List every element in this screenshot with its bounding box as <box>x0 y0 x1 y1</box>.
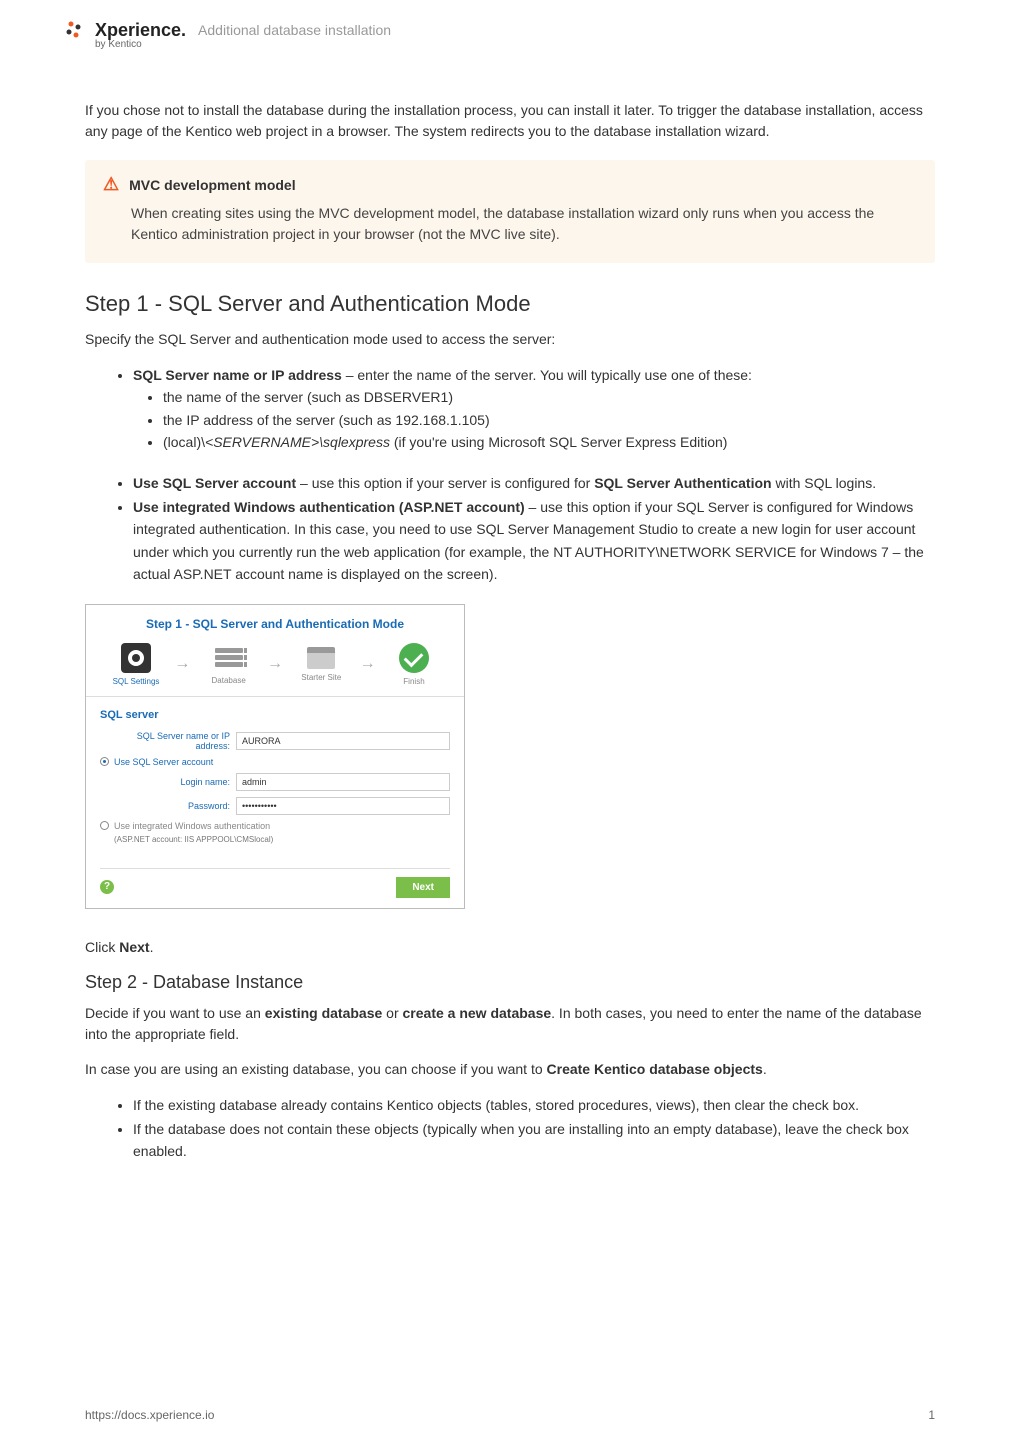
step-label: Finish <box>403 677 424 686</box>
windows-auth-sublabel: (ASP.NET account: IIS APPPOOL\CMSlocal) <box>114 835 450 844</box>
step1-list: SQL Server name or IP address – enter th… <box>133 364 935 454</box>
footer-url: https://docs.xperience.io <box>85 1408 214 1422</box>
radio-icon <box>100 821 109 830</box>
arrow-icon: → <box>360 655 376 673</box>
gear-icon <box>121 643 151 673</box>
site-icon <box>307 647 335 669</box>
breadcrumb: Additional database installation <box>198 22 391 38</box>
list-item: Use SQL Server account – use this option… <box>133 472 935 494</box>
login-label: Login name: <box>114 777 230 787</box>
step-label: Starter Site <box>301 673 341 682</box>
page-footer: https://docs.xperience.io 1 <box>85 1408 935 1422</box>
wizard-step-sql: SQL Settings <box>106 643 166 686</box>
note-body: When creating sites using the MVC develo… <box>131 203 917 245</box>
intro-paragraph: If you chose not to install the database… <box>85 100 935 142</box>
bullet-label: Use SQL Server account <box>133 475 296 491</box>
list-item: (local)\<SERVERNAME>\sqlexpress (if you'… <box>163 431 935 453</box>
wizard-footer: ? Next <box>100 868 450 898</box>
login-field-row: Login name: <box>114 773 450 791</box>
database-icon <box>215 644 243 672</box>
list-item: the IP address of the server (such as 19… <box>163 409 935 431</box>
wizard-screenshot: Step 1 - SQL Server and Authentication M… <box>85 604 465 909</box>
wizard-step-site: Starter Site <box>291 647 351 682</box>
server-field-row: SQL Server name or IP address: <box>100 731 450 751</box>
sub-list: the name of the server (such as DBSERVER… <box>163 386 935 453</box>
arrow-icon: → <box>174 655 190 673</box>
list-item: If the database does not contain these o… <box>133 1118 935 1163</box>
wizard-step-database: Database <box>199 644 259 685</box>
brand-subtitle: by Kentico <box>95 39 186 50</box>
brand-name: Xperience. <box>95 20 186 40</box>
footer-page-number: 1 <box>928 1408 935 1422</box>
step2-lead: Decide if you want to use an existing da… <box>85 1003 935 1045</box>
wizard-section-title: SQL server <box>100 709 450 721</box>
logo-dots-icon <box>65 20 89 44</box>
list-item: the name of the server (such as DBSERVER… <box>163 386 935 408</box>
help-icon[interactable]: ? <box>100 880 114 894</box>
login-input[interactable] <box>236 773 450 791</box>
step2-para2: In case you are using an existing databa… <box>85 1059 935 1080</box>
next-button[interactable]: Next <box>396 877 450 898</box>
radio-icon <box>100 757 109 766</box>
server-label: SQL Server name or IP address: <box>100 731 230 751</box>
radio-label: Use SQL Server account <box>114 757 213 767</box>
list-item: If the existing database already contain… <box>133 1094 935 1116</box>
warning-icon: ⚠ <box>103 174 119 195</box>
password-field-row: Password: <box>114 797 450 815</box>
step2-list: If the existing database already contain… <box>133 1094 935 1163</box>
step2-heading: Step 2 - Database Instance <box>85 972 935 993</box>
wizard-steps-row: SQL Settings → Database → Starter Site →… <box>100 643 450 686</box>
radio-label: Use integrated Windows authentication <box>114 821 270 831</box>
note-title: MVC development model <box>129 177 295 193</box>
list-item: Use integrated Windows authentication (A… <box>133 496 935 586</box>
check-icon <box>399 643 429 673</box>
radio-sql-account[interactable]: Use SQL Server account <box>100 757 450 767</box>
step1-lead: Specify the SQL Server and authenticatio… <box>85 329 935 350</box>
server-input[interactable] <box>236 732 450 750</box>
wizard-title: Step 1 - SQL Server and Authentication M… <box>100 617 450 631</box>
password-input[interactable] <box>236 797 450 815</box>
mvc-note-box: ⚠ MVC development model When creating si… <box>85 160 935 263</box>
divider <box>86 696 464 697</box>
radio-windows-auth[interactable]: Use integrated Windows authentication <box>100 821 450 831</box>
step1-heading: Step 1 - SQL Server and Authentication M… <box>85 291 935 317</box>
step-label: SQL Settings <box>113 677 160 686</box>
page-header: Xperience. by Kentico Additional databas… <box>65 20 935 50</box>
bullet-label: Use integrated Windows authentication (A… <box>133 499 525 515</box>
click-next-paragraph: Click Next. <box>85 937 935 958</box>
list-item: SQL Server name or IP address – enter th… <box>133 364 935 454</box>
wizard-step-finish: Finish <box>384 643 444 686</box>
step-label: Database <box>212 676 246 685</box>
password-label: Password: <box>114 801 230 811</box>
bullet-label: SQL Server name or IP address <box>133 367 342 383</box>
step1-list-2: Use SQL Server account – use this option… <box>133 472 935 586</box>
brand-logo: Xperience. by Kentico <box>65 20 186 50</box>
arrow-icon: → <box>267 655 283 673</box>
